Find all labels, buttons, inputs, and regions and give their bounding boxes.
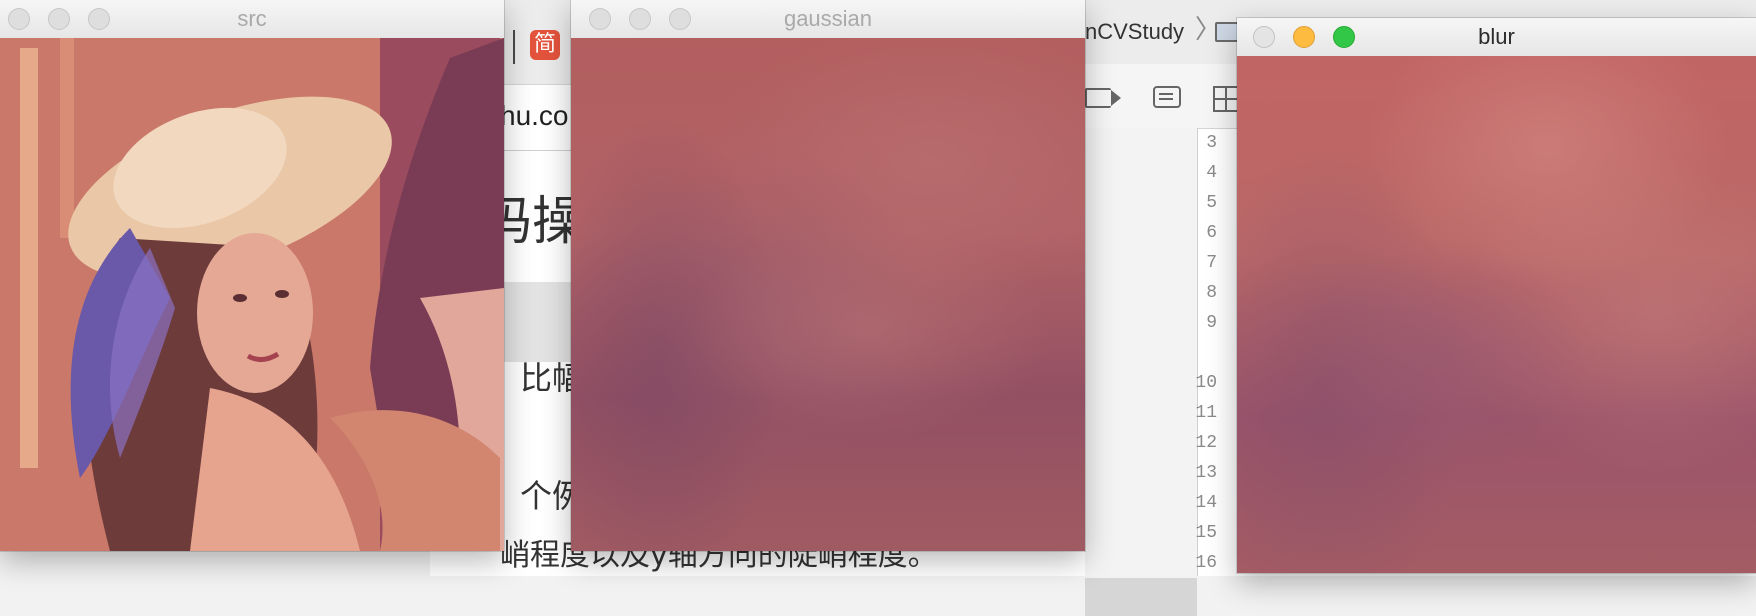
lena-photo-icon [0,38,504,551]
lena-image [0,38,504,551]
line-number: 11 [1195,403,1217,423]
line-number: 16 [1195,553,1217,573]
blur-titlebar[interactable]: blur [1237,18,1756,57]
navigator-selected-row[interactable] [1085,578,1197,616]
line-number: 3 [1206,133,1217,153]
line-number: 9 [1206,313,1217,333]
src-titlebar[interactable]: src [0,0,504,39]
window-title: blur [1478,24,1515,49]
line-number: 15 [1195,523,1217,543]
window-title: gaussian [783,6,873,31]
comment-icon[interactable] [1153,86,1181,108]
line-number: 6 [1206,223,1217,243]
window-title: src [237,6,267,31]
blur-image [1237,56,1756,573]
line-number: 5 [1206,193,1217,213]
gaussian-titlebar[interactable]: gaussian [571,0,1085,39]
line-number: 4 [1206,163,1217,183]
src-window[interactable]: src [0,0,504,551]
gaussian-image [571,38,1085,551]
line-number: 10 [1195,373,1217,393]
toolbar-separator [513,30,515,64]
jian-extension-icon[interactable]: 简 [530,30,560,60]
line-number-gutter: 3 4 5 6 7 8 9 10 11 12 13 14 15 16 [1195,128,1217,576]
gaussian-window[interactable]: gaussian [571,0,1085,551]
tag-icon[interactable] [1085,88,1121,108]
line-number: 12 [1195,433,1217,453]
breadcrumb-project[interactable]: nCVStudy [1085,18,1184,46]
line-number: 13 [1195,463,1217,483]
project-navigator [1085,128,1198,616]
line-number: 8 [1206,283,1217,303]
line-number: 14 [1195,493,1217,513]
line-number: 7 [1206,253,1217,273]
blur-window[interactable]: blur [1237,18,1756,573]
